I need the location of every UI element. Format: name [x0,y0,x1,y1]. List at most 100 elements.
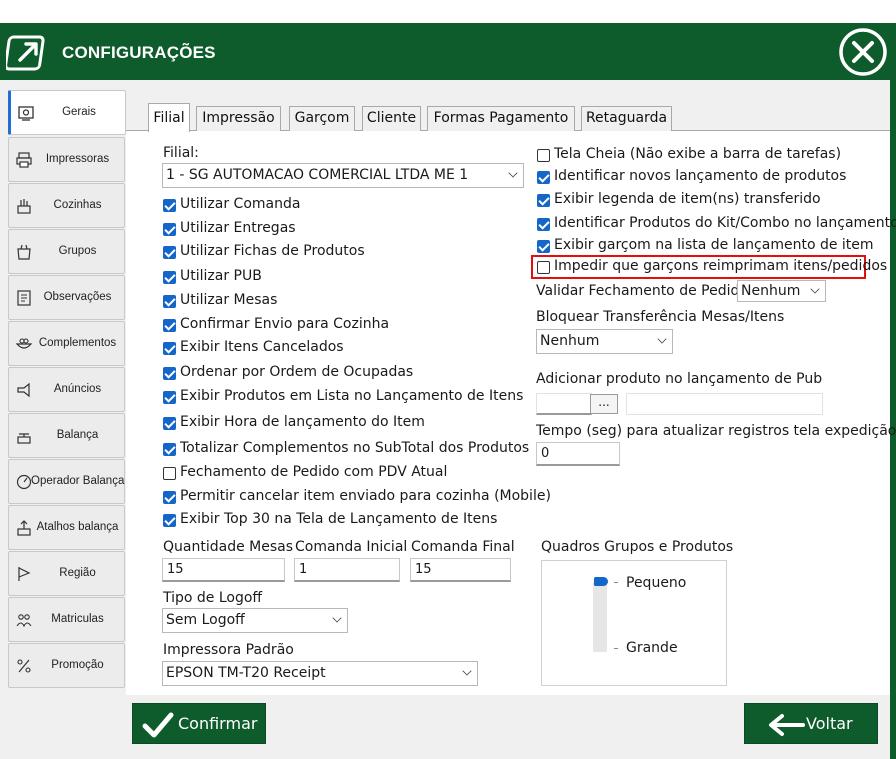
chevron-down-icon [332,613,342,623]
checkbox-icon [537,240,550,253]
window-right-border [890,80,896,759]
sidebar-item-label: Matriculas [51,613,104,625]
checkbox-icon [163,295,176,308]
chevron-down-icon [657,334,667,344]
checkbox-icon [163,319,176,332]
confirm-button-label: Confirmar [178,714,258,733]
bloquear-transferencia-value: Nenhum [540,333,600,349]
sidebar-item-matriculas[interactable]: Matriculas [8,597,125,642]
app-logo-icon [6,35,45,71]
adicionar-produto-description-input[interactable] [626,393,823,415]
checkbox-label: Utilizar Entregas [180,220,296,236]
arrow-left-icon [769,714,805,736]
validar-fechamento-select[interactable]: Nenhum [737,280,826,302]
chevron-down-icon [508,168,518,178]
sidebar-item-label: Cozinhas [53,199,102,211]
tab-impressao[interactable]: Impressão [196,106,281,131]
impressora-padrao-label: Impressora Padrão [163,642,294,658]
adicionar-produto-code-input[interactable] [536,393,592,415]
slider-tick [614,582,618,583]
tipo-logoff-value: Sem Logoff [166,612,245,628]
sidebar-item-gerais[interactable]: Gerais [8,90,126,135]
back-button[interactable]: Voltar [744,703,878,744]
checkbox-label: Utilizar Mesas [180,292,278,308]
checkbox-icon [537,261,550,274]
sidebar-item-label: Balança [56,429,99,441]
sidebar-item-regiao[interactable]: Região [8,551,125,596]
size-large-label: Grande [626,640,678,656]
sidebar-item-label: Anúncios [53,383,102,395]
tipo-logoff-label: Tipo de Logoff [163,590,263,606]
filial-select[interactable]: 1 - SG AUTOMACAO COMERCIAL LTDA ME 1 [162,163,524,188]
checkbox-label: Confirmar Envio para Cozinha [180,316,390,332]
checkbox-label: Exibir Produtos em Lista no Lançamento d… [180,388,524,404]
checkmark-icon [142,712,174,738]
tab-filial[interactable]: Filial [148,103,190,132]
checkbox-icon [163,491,176,504]
tempo-atualizar-input[interactable]: 0 [536,442,620,466]
sidebar-item-complementos[interactable]: Complementos [8,321,125,366]
checkbox-icon [537,171,550,184]
size-slider-track[interactable] [593,582,607,652]
slider-tick [614,648,618,649]
sidebar-item-promocao[interactable]: Promoção [8,643,125,688]
window-title: CONFIGURAÇÕES [62,43,216,62]
window-top-strip [0,0,896,23]
sidebar-item-label: Grupos [58,245,97,257]
tab-formas-pagamento[interactable]: Formas Pagamento [427,106,575,131]
checkbox-icon [163,443,176,456]
checkbox-icon [163,199,176,212]
tab-cliente[interactable]: Cliente [362,106,421,131]
sidebar-item-grupos[interactable]: Grupos [8,229,125,274]
comanda-final-label: Comanda Final [411,539,515,555]
checkbox-icon [163,271,176,284]
sidebar-item-atalhos-balanca[interactable]: Atalhos balança [8,505,125,550]
sidebar-item-label: Região [59,567,96,579]
checkbox-label: Permitir cancelar item enviado para cozi… [180,488,551,504]
size-slider-thumb[interactable] [594,577,608,586]
sidebar-item-operador-balanca[interactable]: Operador Balança [8,459,125,504]
comanda-inicial-label: Comanda Inicial [295,539,408,555]
checkbox-label: Identificar Produtos do Kit/Combo no lan… [554,215,896,231]
comanda-final-input[interactable]: 15 [410,558,511,582]
checkbox-label: Exibir Top 30 na Tela de Lançamento de I… [180,511,498,527]
checkbox-icon [537,194,550,207]
close-icon[interactable] [836,27,890,77]
sidebar-item-observacoes[interactable]: Observações [8,275,125,320]
sidebar-item-label: Complementos [38,337,117,349]
checkbox-label: Exibir Itens Cancelados [180,339,344,355]
checkbox-label: Ordenar por Ordem de Ocupadas [180,364,414,380]
validar-fechamento-label: Validar Fechamento de Pedido [536,283,748,299]
checkbox-icon [163,223,176,236]
sidebar-item-label: Gerais [62,106,96,118]
bloquear-transferencia-label: Bloquear Transferência Mesas/Itens [536,309,785,325]
checkbox-icon [163,246,176,259]
bloquear-transferencia-select[interactable]: Nenhum [536,329,673,354]
tab-retaguarda[interactable]: Retaguarda [581,106,672,131]
checkbox-label: Exibir Hora de lançamento do Item [180,414,425,430]
confirm-button[interactable]: Confirmar [132,703,266,744]
browse-button[interactable]: ... [590,394,618,414]
checkbox-icon [537,149,550,162]
sidebar-item-impressoras[interactable]: Impressoras [8,137,125,182]
checkbox-label: Totalizar Complementos no SubTotal dos P… [180,440,530,456]
sidebar-item-balanca[interactable]: Balança [8,413,125,458]
validar-fechamento-value: Nenhum [741,283,801,299]
quantidade-mesas-label: Quantidade Mesas [163,539,293,555]
size-small-label: Pequeno [626,575,687,591]
sidebar-item-label: Atalhos balança [36,521,119,533]
checkbox-label: Utilizar Comanda [180,196,301,212]
checkbox-label: Utilizar Fichas de Produtos [180,243,365,259]
quantidade-mesas-input[interactable]: 15 [162,558,285,582]
sidebar-item-label: Promoção [51,659,104,671]
adicionar-produto-label: Adicionar produto no lançamento de Pub [536,371,823,387]
sidebar-item-label: Operador Balança [31,475,125,487]
checkbox-label: Impedir que garçons reimprimam itens/ped… [554,258,888,274]
comanda-inicial-input[interactable]: 1 [294,558,400,582]
sidebar-item-anuncios[interactable]: Anúncios [8,367,125,412]
tab-garcom[interactable]: Garçom [289,106,355,131]
sidebar-item-cozinhas[interactable]: Cozinhas [8,183,125,228]
checkbox-icon [163,417,176,430]
tipo-logoff-select[interactable]: Sem Logoff [162,608,348,633]
impressora-padrao-select[interactable]: EPSON TM-T20 Receipt [162,661,478,686]
